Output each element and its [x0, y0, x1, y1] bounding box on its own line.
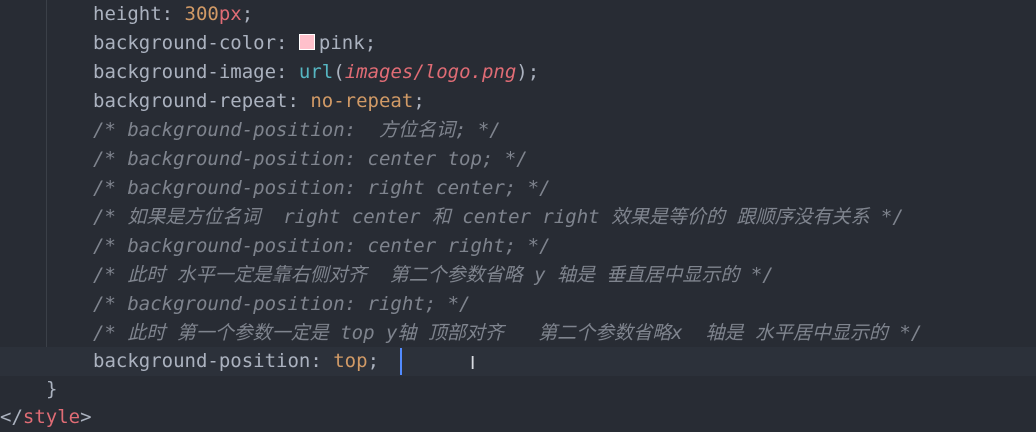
- semicolon: ;: [364, 32, 377, 54]
- colon: :: [276, 32, 299, 54]
- comment-text: /* 如果是方位名词 right center 和 center right 效…: [93, 206, 904, 228]
- code-line-background-repeat[interactable]: background-repeat: no-repeat;: [0, 87, 1036, 116]
- code-editor[interactable]: height: 300px; background-color: pink; b…: [0, 0, 1036, 432]
- keyword-value: no-repeat: [310, 90, 414, 112]
- comment-text: /* background-position: 方位名词; */: [93, 119, 501, 141]
- text-caret: [400, 348, 402, 375]
- colon: :: [161, 3, 185, 25]
- url-argument: images/logo.png: [344, 61, 517, 83]
- code-line-comment[interactable]: /* background-position: right; */: [0, 290, 1036, 319]
- comment-text: /* background-position: center right; */: [93, 235, 551, 257]
- property-name: background-color: [93, 32, 277, 54]
- code-line-comment[interactable]: /* background-position: center top; */: [0, 145, 1036, 174]
- color-value: pink: [318, 32, 365, 54]
- tag-close-bracket: >: [80, 406, 92, 428]
- ibeam-cursor-icon: I: [470, 353, 476, 374]
- semicolon: ;: [367, 350, 391, 372]
- colon: :: [310, 350, 334, 372]
- colon: :: [287, 90, 311, 112]
- comment-text: /* 此时 第一个参数一定是 top y轴 顶部对齐 第二个参数省略x 轴是 水…: [93, 322, 923, 344]
- code-line-comment[interactable]: /* background-position: 方位名词; */: [0, 116, 1036, 145]
- code-line-closing-brace[interactable]: }: [0, 375, 1036, 404]
- code-line-comment[interactable]: /* 如果是方位名词 right center 和 center right 效…: [0, 203, 1036, 232]
- function-name: url: [298, 61, 334, 83]
- code-line-comment[interactable]: /* background-position: right center; */: [0, 174, 1036, 203]
- code-line-comment[interactable]: /* background-position: center right; */: [0, 232, 1036, 261]
- keyword-value: top: [333, 350, 368, 372]
- tag-name: style: [22, 406, 81, 428]
- code-line-current[interactable]: background-position: top;: [0, 347, 1036, 376]
- colon: :: [276, 61, 299, 83]
- semicolon: ;: [527, 61, 540, 83]
- unit: px: [218, 3, 242, 25]
- code-line-comment[interactable]: /* 此时 水平一定是靠右侧对齐 第二个参数省略 y 轴是 垂直居中显示的 */: [0, 261, 1036, 290]
- code-line-comment[interactable]: /* 此时 第一个参数一定是 top y轴 顶部对齐 第二个参数省略x 轴是 水…: [0, 319, 1036, 348]
- code-line-background-image[interactable]: background-image: url(images/logo.png);: [0, 58, 1036, 87]
- comment-text: /* background-position: right; */: [93, 293, 471, 315]
- property-name: background-repeat: [93, 90, 288, 112]
- color-swatch-icon[interactable]: [298, 34, 315, 50]
- close-paren: ): [516, 61, 528, 83]
- code-line-background-color[interactable]: background-color: pink;: [0, 29, 1036, 58]
- comment-text: /* background-position: right center; */: [93, 177, 551, 199]
- open-paren: (: [333, 61, 345, 83]
- number-value: 300: [184, 3, 219, 25]
- tag-open-bracket: </: [0, 406, 23, 428]
- semicolon: ;: [241, 3, 254, 25]
- property-name: height: [93, 3, 162, 25]
- closing-brace: }: [46, 378, 58, 400]
- comment-text: /* 此时 水平一定是靠右侧对齐 第二个参数省略 y 轴是 垂直居中显示的 */: [93, 264, 774, 286]
- code-line-closing-tag[interactable]: </style>: [0, 403, 1036, 432]
- property-name: background-image: [93, 61, 277, 83]
- semicolon: ;: [413, 90, 425, 112]
- code-line-height[interactable]: height: 300px;: [0, 0, 1036, 29]
- property-name: background-position: [93, 350, 311, 372]
- comment-text: /* background-position: center top; */: [93, 148, 528, 170]
